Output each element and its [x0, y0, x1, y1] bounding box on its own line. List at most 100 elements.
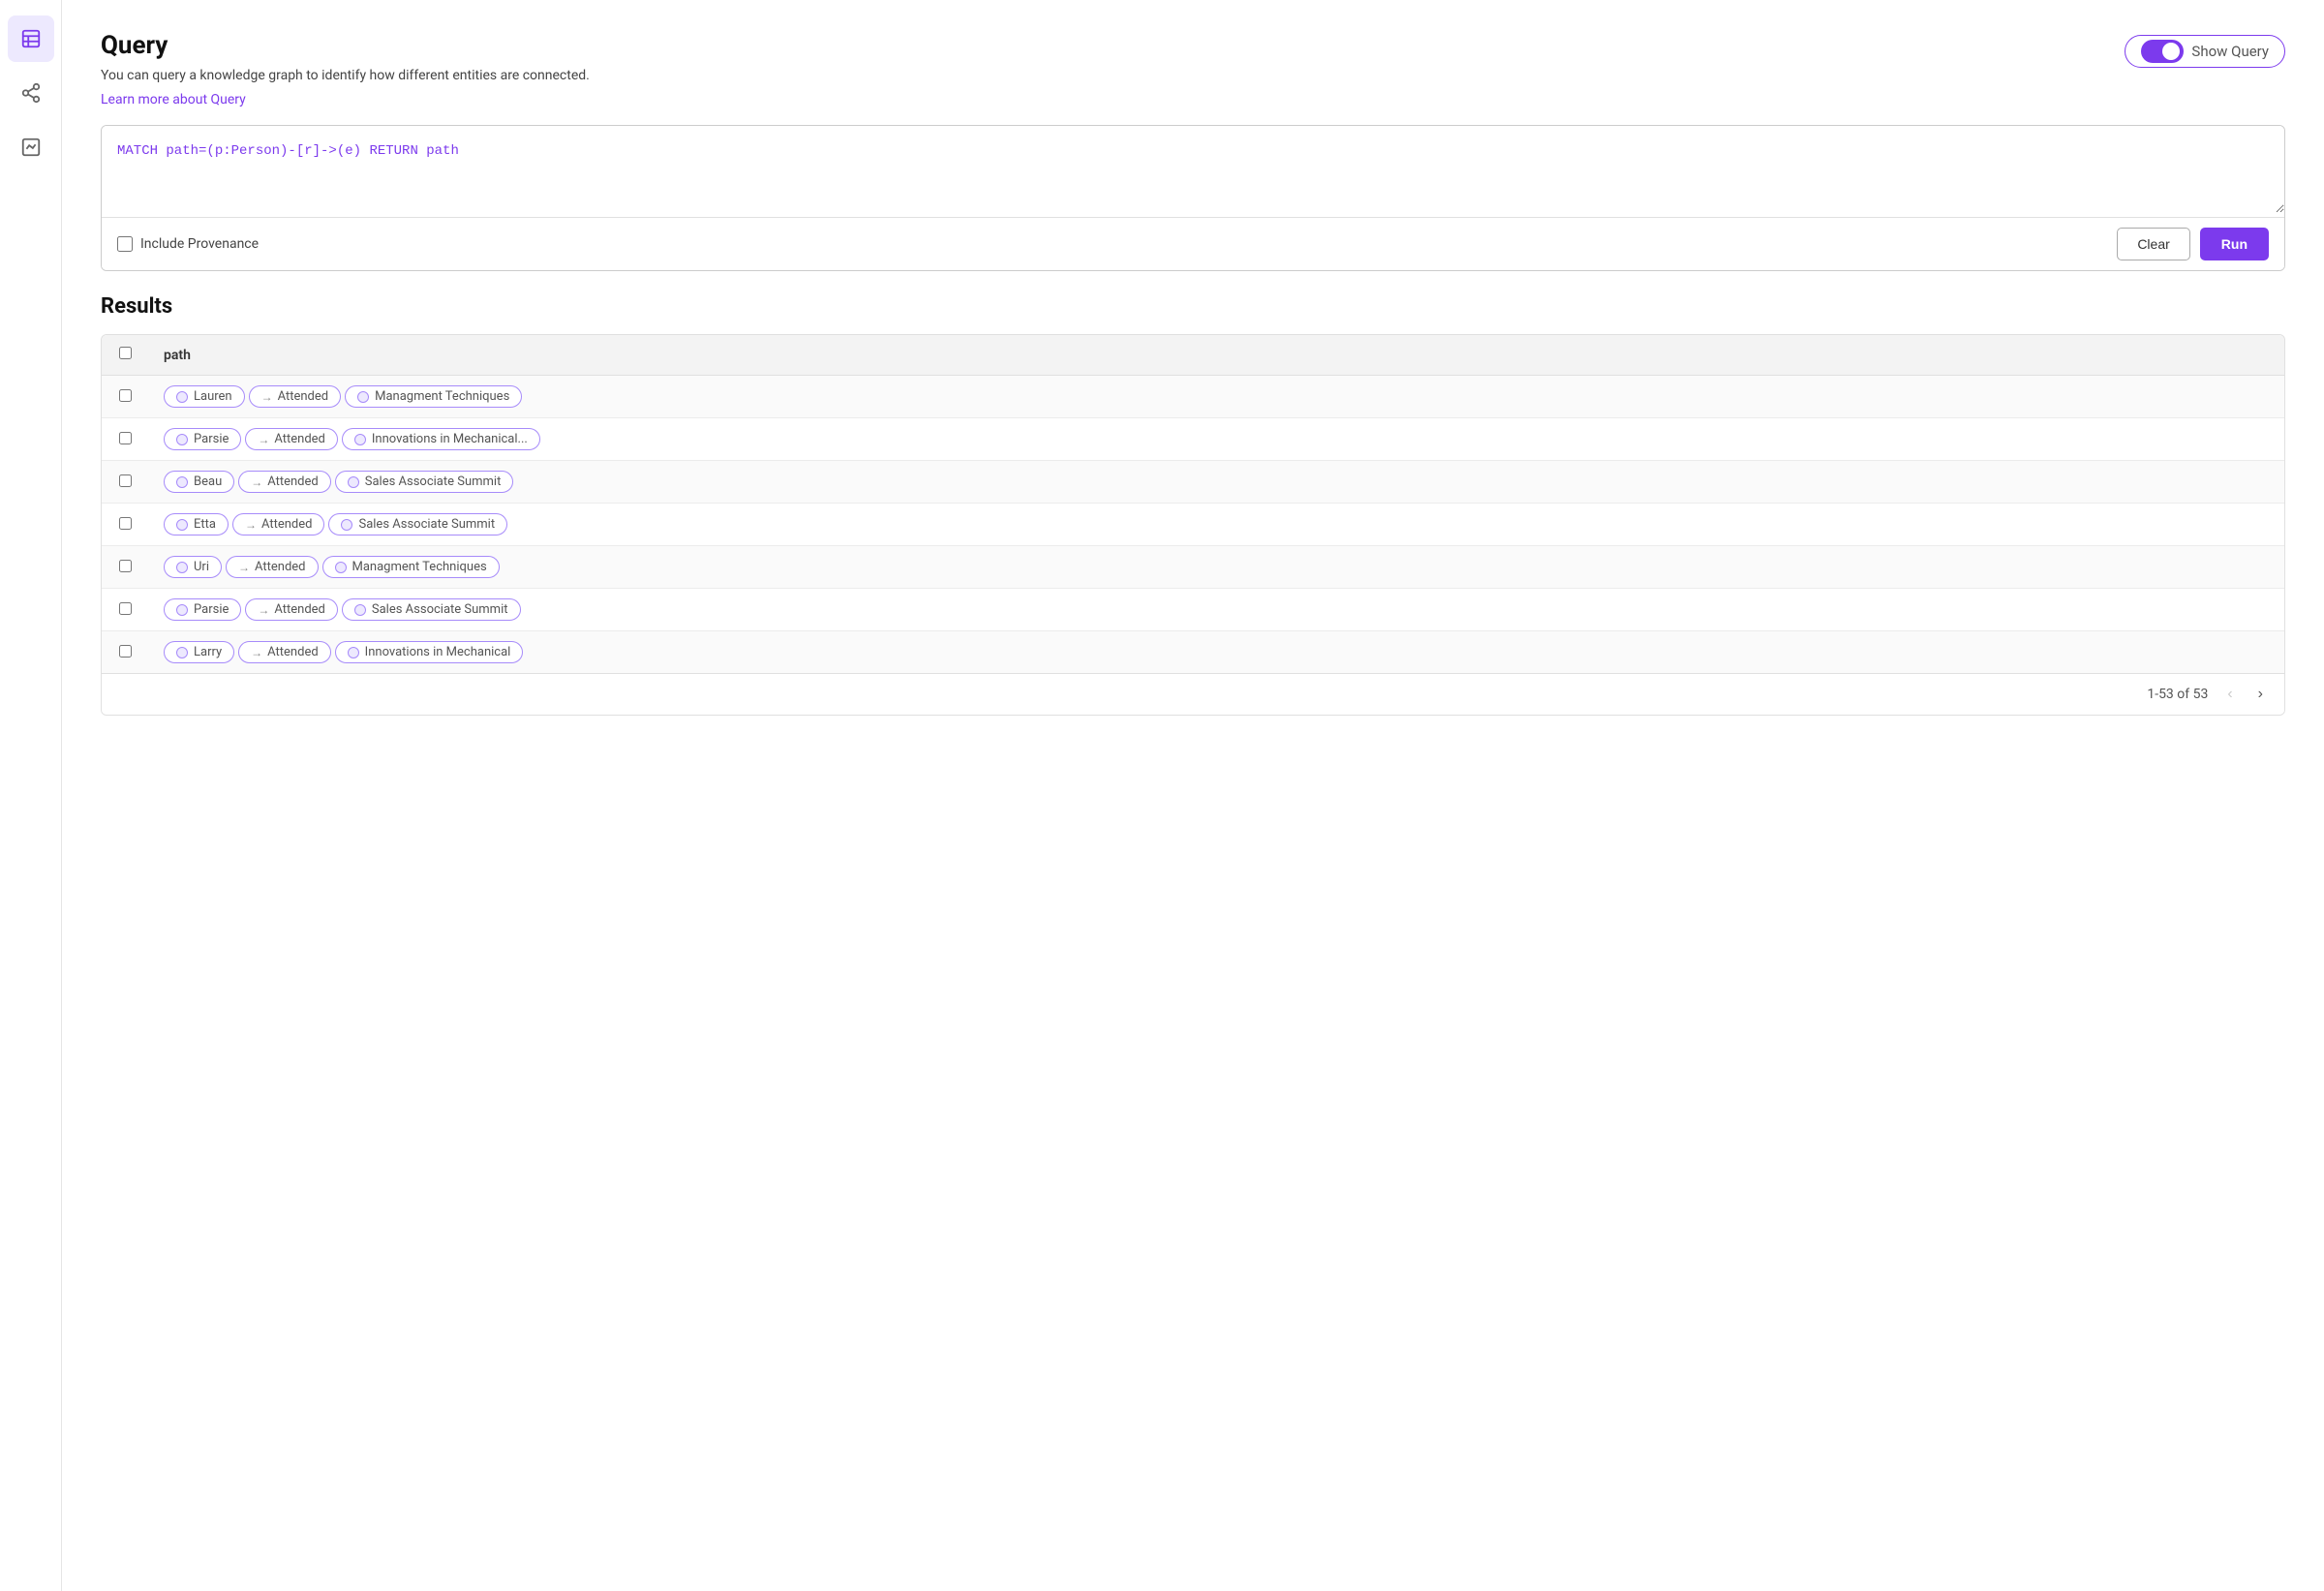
node2-dot: [354, 604, 366, 616]
node1-pill[interactable]: Lauren: [164, 385, 245, 408]
arrow-icon: →: [238, 561, 250, 574]
node1-label: Etta: [194, 517, 216, 532]
table-row: Parsie →Attended Sales Associate Summit: [102, 589, 2284, 631]
row-checkbox[interactable]: [119, 560, 132, 572]
learn-more-link[interactable]: Learn more about Query: [101, 92, 246, 107]
provenance-label-text: Include Provenance: [140, 236, 259, 252]
node1-dot: [176, 647, 188, 658]
show-query-container: Show Query: [2125, 35, 2285, 68]
node2-dot: [341, 519, 352, 531]
row-checkbox-cell: [102, 504, 148, 546]
pagination-info: 1-53 of 53: [2147, 687, 2208, 702]
sidebar-item-chart[interactable]: [8, 124, 54, 170]
row-checkbox[interactable]: [119, 432, 132, 444]
pagination-prev-button[interactable]: ‹: [2221, 684, 2238, 705]
row-checkbox-cell: [102, 461, 148, 504]
clear-button[interactable]: Clear: [2117, 228, 2189, 260]
page-title: Query: [101, 31, 590, 60]
node2-pill[interactable]: Innovations in Mechanical: [335, 641, 524, 663]
sidebar: [0, 0, 62, 1591]
node2-label: Sales Associate Summit: [372, 602, 508, 617]
node2-pill[interactable]: Sales Associate Summit: [328, 513, 507, 535]
node2-dot: [354, 434, 366, 445]
run-button[interactable]: Run: [2200, 228, 2269, 260]
select-all-header[interactable]: [102, 335, 148, 376]
path-cell: Etta →Attended Sales Associate Summit: [148, 504, 2284, 546]
node1-dot: [176, 476, 188, 488]
path-cell: Uri → Attended Managment Techniques: [148, 546, 2284, 589]
query-textarea[interactable]: MATCH path=(p:Person)-[r]->(e) RETURN pa…: [102, 126, 2284, 213]
row-checkbox[interactable]: [119, 645, 132, 658]
node2-dot: [348, 647, 359, 658]
results-title: Results: [101, 294, 2285, 319]
row-checkbox-cell: [102, 589, 148, 631]
edge-label: Attended: [267, 474, 319, 489]
sidebar-item-table[interactable]: [8, 15, 54, 62]
query-actions: Clear Run: [2117, 228, 2269, 260]
node1-pill[interactable]: Etta: [164, 513, 229, 535]
table-row: Uri → Attended Managment Techniques: [102, 546, 2284, 589]
edge-label: Attended: [274, 602, 325, 617]
toggle-switch[interactable]: [2141, 40, 2184, 63]
node1-pill[interactable]: Larry: [164, 641, 234, 663]
row-checkbox[interactable]: [119, 474, 132, 487]
edge-pill[interactable]: →Attended: [245, 598, 338, 621]
path-cell: Beau →AttendedSales Associate Summit: [148, 461, 2284, 504]
select-all-checkbox[interactable]: [119, 347, 132, 359]
node1-label: Uri: [194, 560, 209, 574]
edge-pill[interactable]: →Attended: [238, 641, 331, 663]
provenance-checkbox[interactable]: [117, 236, 133, 252]
edge-label: Attended: [261, 517, 313, 532]
pagination-next-button[interactable]: ›: [2252, 684, 2269, 705]
edge-label: Attended: [255, 560, 306, 574]
node1-pill[interactable]: Beau: [164, 471, 234, 493]
path-cell: Lauren →AttendedManagment Techniques: [148, 376, 2284, 418]
row-checkbox[interactable]: [119, 602, 132, 615]
table-row: Parsie →AttendedInnovations in Mechanical…: [102, 418, 2284, 461]
edge-pill[interactable]: →Attended: [232, 513, 325, 535]
title-section: Query You can query a knowledge graph to…: [101, 31, 590, 125]
node1-pill[interactable]: Parsie: [164, 598, 241, 621]
row-checkbox[interactable]: [119, 517, 132, 530]
path-row: Parsie →AttendedInnovations in Mechanical…: [164, 428, 2269, 450]
edge-pill[interactable]: → Attended: [226, 556, 319, 578]
show-query-label-text: Show Query: [2191, 43, 2269, 60]
row-checkbox[interactable]: [119, 389, 132, 402]
node1-label: Parsie: [194, 432, 229, 446]
node2-pill[interactable]: Innovations in Mechanical...: [342, 428, 540, 450]
edge-label: Attended: [278, 389, 329, 404]
show-query-toggle[interactable]: Show Query: [2125, 35, 2285, 68]
node1-label: Beau: [194, 474, 222, 489]
node1-label: Lauren: [194, 389, 232, 404]
row-checkbox-cell: [102, 418, 148, 461]
node2-pill[interactable]: Managment Techniques: [345, 385, 522, 408]
path-column-header: path: [148, 335, 2284, 376]
row-checkbox-cell: [102, 631, 148, 674]
edge-pill[interactable]: →Attended: [249, 385, 342, 408]
edge-label: Attended: [274, 432, 325, 446]
path-row: Etta →Attended Sales Associate Summit: [164, 513, 2269, 535]
edge-pill[interactable]: →Attended: [245, 428, 338, 450]
header-row: Query You can query a knowledge graph to…: [101, 31, 2285, 125]
row-checkbox-cell: [102, 376, 148, 418]
node2-pill[interactable]: Sales Associate Summit: [342, 598, 521, 621]
edge-label: Attended: [267, 645, 319, 659]
node1-label: Parsie: [194, 602, 229, 617]
edge-pill[interactable]: →Attended: [238, 471, 331, 493]
query-box: MATCH path=(p:Person)-[r]->(e) RETURN pa…: [101, 125, 2285, 271]
table-row: Larry→AttendedInnovations in Mechanical: [102, 631, 2284, 674]
provenance-label[interactable]: Include Provenance: [117, 236, 259, 252]
node2-label: Managment Techniques: [352, 560, 487, 574]
node1-pill[interactable]: Uri: [164, 556, 222, 578]
node2-label: Sales Associate Summit: [358, 517, 495, 532]
query-footer: Include Provenance Clear Run: [102, 217, 2284, 270]
node2-pill[interactable]: Sales Associate Summit: [335, 471, 514, 493]
main-content: Query You can query a knowledge graph to…: [62, 0, 2324, 1591]
path-row: Lauren →AttendedManagment Techniques: [164, 385, 2269, 408]
node1-pill[interactable]: Parsie: [164, 428, 241, 450]
table-row: Etta →Attended Sales Associate Summit: [102, 504, 2284, 546]
node2-pill[interactable]: Managment Techniques: [322, 556, 500, 578]
path-cell: Parsie →Attended Sales Associate Summit: [148, 589, 2284, 631]
results-table-wrapper: path Lauren→AttendedManagment Techniques…: [101, 334, 2285, 716]
sidebar-item-graph[interactable]: [8, 70, 54, 116]
